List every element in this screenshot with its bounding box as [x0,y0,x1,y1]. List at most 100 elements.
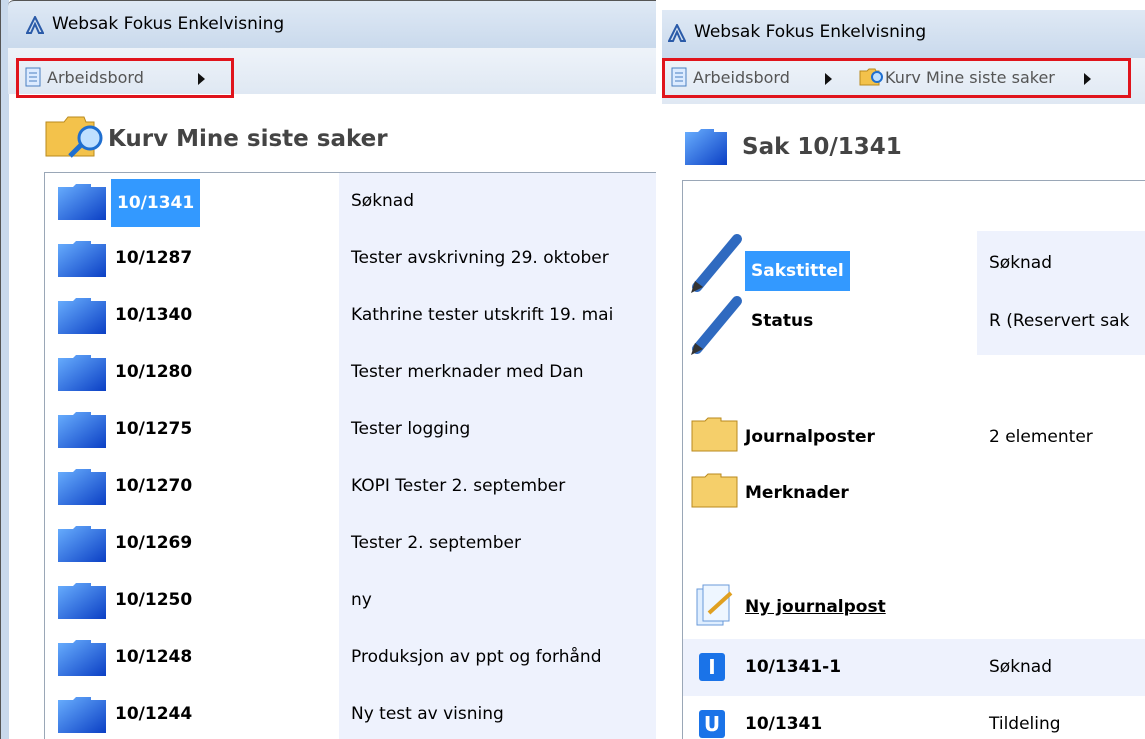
folder-icon [58,469,106,505]
page-title: Kurv Mine siste saker [108,126,388,152]
case-description: Søknad [351,191,415,211]
case-description: Tester merknader med Dan [351,362,584,382]
breadcrumb-arrow-icon[interactable] [198,73,205,85]
folder-icon [58,298,106,334]
websak-logo-icon [668,24,686,42]
folder-value-journalposter: 2 elementer [989,427,1093,447]
table-row[interactable]: 10/1248 Produksjon av ppt og forhånd [45,629,656,686]
case-number[interactable]: 10/1287 [111,246,196,270]
table-row[interactable]: 10/1275 Tester logging [45,401,656,458]
folder-icon [58,697,106,733]
folder-icon [58,526,106,562]
window-title: Websak Fokus Enkelvisning [52,14,285,34]
case-description: KOPI Tester 2. september [351,476,566,496]
breadcrumb-arrow-icon[interactable] [1084,73,1091,85]
table-row[interactable]: 10/1280 Tester merknader med Dan [45,344,656,401]
folder-icon [58,583,106,619]
folder-label-merknader[interactable]: Merknader [745,483,849,503]
case-description: ny [351,590,372,610]
table-row[interactable]: 10/1287 Tester avskrivning 29. oktober [45,230,656,287]
table-row[interactable]: 10/1269 Tester 2. september [45,515,656,572]
case-number[interactable]: 10/1340 [111,303,196,327]
case-number[interactable]: 10/1244 [111,702,196,726]
case-description-cell: Tester logging [339,401,656,458]
page-header: Kurv Mine siste saker [8,96,656,178]
table-row[interactable]: 10/1244 Ny test av visning [45,686,656,739]
pencil-icon [691,234,742,293]
case-description-cell: Tester avskrivning 29. oktober [339,230,656,287]
breadcrumb-arbeidsbord[interactable]: Arbeidsbord [693,68,790,87]
case-description-cell: ny [339,572,656,629]
entry-row[interactable]: I 10/1341-1 Søknad [683,639,1145,696]
entry-number[interactable]: 10/1341-1 [745,657,841,677]
field-value-status: R (Reservert sak [989,311,1130,331]
case-description: Produksjon av ppt og forhånd [351,647,602,667]
case-number[interactable]: 10/1280 [111,360,196,384]
left-window: Websak Fokus Enkelvisning Arbeidsbord Ku… [0,0,656,739]
new-document-icon [696,584,733,626]
folder-icon [58,184,106,220]
websak-logo-icon [26,16,44,34]
new-journalpost-link[interactable]: Ny journalpost [745,597,886,617]
folder-icon [685,129,727,165]
table-row[interactable]: 10/1250 ny [45,572,656,629]
page-header: Sak 10/1341 [662,104,1145,186]
field-value-box: Søknad [977,231,1145,293]
case-description-cell: Produksjon av ppt og forhånd [339,629,656,686]
breadcrumb: Arbeidsbord [16,58,234,98]
case-description-cell: Søknad [339,173,656,230]
title-bar: Websak Fokus Enkelvisning [8,0,656,49]
breadcrumb-kurv[interactable]: Kurv Mine siste saker [885,68,1055,87]
title-bar: Websak Fokus Enkelvisning [662,10,1145,58]
folder-icon [58,355,106,391]
entry-description: Tildeling [989,714,1061,734]
case-number[interactable]: 10/1270 [111,474,196,498]
entry-number[interactable]: 10/1341 [745,714,822,734]
yellow-folder-icon [691,473,738,508]
case-description-cell: Tester 2. september [339,515,656,572]
document-icon [25,67,41,87]
case-description: Tester 2. september [351,533,521,553]
field-label-sakstittel[interactable]: Sakstittel [745,251,850,291]
table-row[interactable]: 10/1341 Søknad [45,173,656,230]
yellow-folder-icon [691,417,738,452]
case-fields: Sakstittel Søknad Status R (Reservert sa… [683,231,1145,357]
table-row[interactable]: 10/1270 KOPI Tester 2. september [45,458,656,515]
case-detail: Sakstittel Søknad Status R (Reservert sa… [682,180,1145,739]
folder-label-journalposter[interactable]: Journalposter [745,427,875,447]
case-description: Kathrine tester utskrift 19. mai [351,305,614,325]
breadcrumb: Arbeidsbord Kurv Mine siste saker [662,58,1131,98]
case-description: Ny test av visning [351,704,504,724]
folder-icon [58,241,106,277]
badge-i-icon: I [699,653,725,681]
page-title: Sak 10/1341 [742,134,902,160]
badge-u-icon: U [699,710,725,738]
search-folder-icon [859,68,883,86]
case-number[interactable]: 10/1269 [111,531,196,555]
case-description-cell: Ny test av visning [339,686,656,739]
field-value-sakstittel: Søknad [989,253,1053,273]
field-value-box: R (Reservert sak [977,293,1145,355]
case-description-cell: Kathrine tester utskrift 19. mai [339,287,656,344]
case-number[interactable]: 10/1275 [111,417,196,441]
folder-icon [58,640,106,676]
breadcrumb-arbeidsbord[interactable]: Arbeidsbord [47,68,144,87]
entry-row[interactable]: U 10/1341 Tildeling [683,696,1145,739]
field-label-status[interactable]: Status [751,311,813,331]
case-description: Tester logging [351,419,471,439]
case-number[interactable]: 10/1250 [111,588,196,612]
case-number[interactable]: 10/1248 [111,645,196,669]
document-icon [671,67,687,87]
case-list: 10/1341 Søknad 10/1287 Tester avskrivning 2… [44,172,656,739]
folder-icon [58,412,106,448]
window-title: Websak Fokus Enkelvisning [694,22,927,42]
case-number[interactable]: 10/1341 [111,179,201,227]
right-window: Websak Fokus Enkelvisning Arbeidsbord Ku… [662,10,1145,739]
table-row[interactable]: 10/1340 Kathrine tester utskrift 19. mai [45,287,656,344]
breadcrumb-arrow-icon[interactable] [825,73,832,85]
search-folder-icon [45,116,103,158]
case-description: Tester avskrivning 29. oktober [351,248,609,268]
pencil-icon [691,296,742,355]
case-description-cell: KOPI Tester 2. september [339,458,656,515]
entry-description: Søknad [989,657,1053,677]
